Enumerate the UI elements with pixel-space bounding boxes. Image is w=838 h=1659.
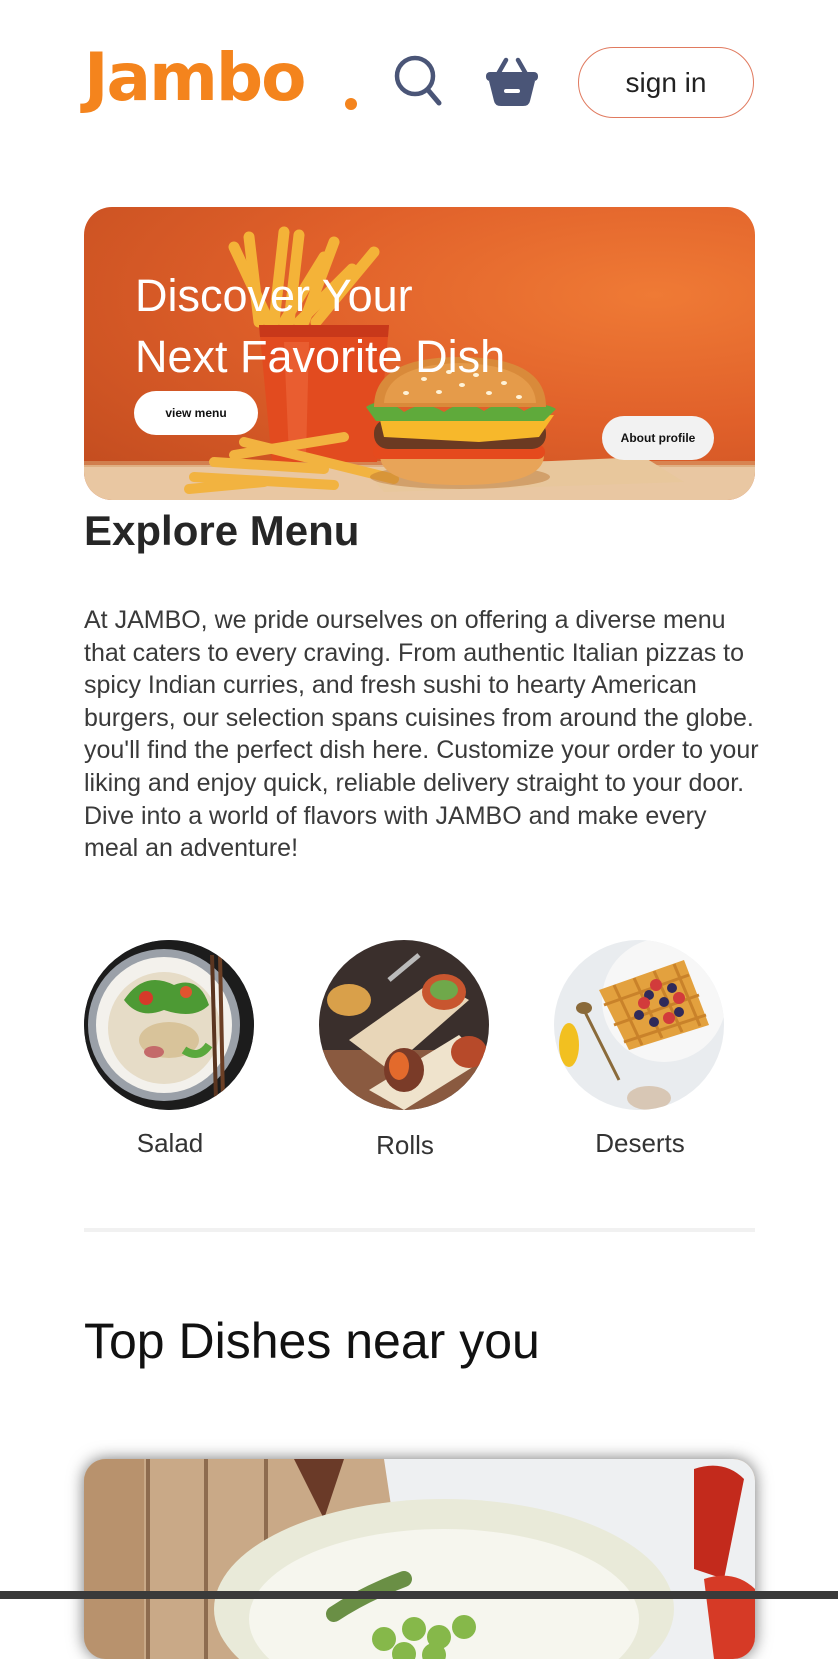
logo-dot bbox=[345, 98, 357, 110]
category-label: Salad bbox=[136, 1128, 204, 1158]
hero-title: Discover Your Next Favorite Dish bbox=[135, 265, 505, 387]
deserts-image bbox=[554, 940, 724, 1110]
category-salad[interactable]: Salad bbox=[84, 940, 256, 1159]
system-bottom-bar bbox=[0, 1591, 838, 1599]
hero-title-line2: Next Favorite Dish bbox=[135, 331, 506, 382]
basket-icon bbox=[486, 57, 538, 106]
basket-button[interactable] bbox=[484, 54, 540, 108]
hero-banner: Discover Your Next Favorite Dish view me… bbox=[84, 207, 755, 500]
rolls-image bbox=[319, 940, 489, 1110]
logo[interactable]: Jambo bbox=[84, 38, 306, 118]
category-rolls[interactable]: Rolls bbox=[319, 940, 491, 1161]
category-label: Deserts bbox=[595, 1128, 685, 1158]
salad-image bbox=[84, 940, 254, 1110]
category-list: Salad Rolls Deserts bbox=[84, 940, 756, 1170]
sign-in-button[interactable]: sign in bbox=[578, 47, 754, 118]
view-menu-button[interactable]: view menu bbox=[134, 391, 258, 435]
explore-menu-title: Explore Menu bbox=[84, 507, 360, 554]
dish-card[interactable] bbox=[84, 1459, 755, 1659]
section-divider bbox=[84, 1228, 755, 1232]
dish-image bbox=[84, 1459, 755, 1659]
search-icon bbox=[394, 55, 442, 106]
category-deserts[interactable]: Deserts bbox=[554, 940, 726, 1159]
category-label: Rolls bbox=[376, 1130, 434, 1160]
hero-title-line1: Discover Your bbox=[135, 270, 413, 321]
about-profile-button[interactable]: About profile bbox=[602, 416, 714, 460]
explore-menu-description: At JAMBO, we pride ourselves on offering… bbox=[84, 606, 759, 863]
top-dishes-title: Top Dishes near you bbox=[84, 1313, 540, 1369]
search-button[interactable] bbox=[393, 52, 445, 108]
